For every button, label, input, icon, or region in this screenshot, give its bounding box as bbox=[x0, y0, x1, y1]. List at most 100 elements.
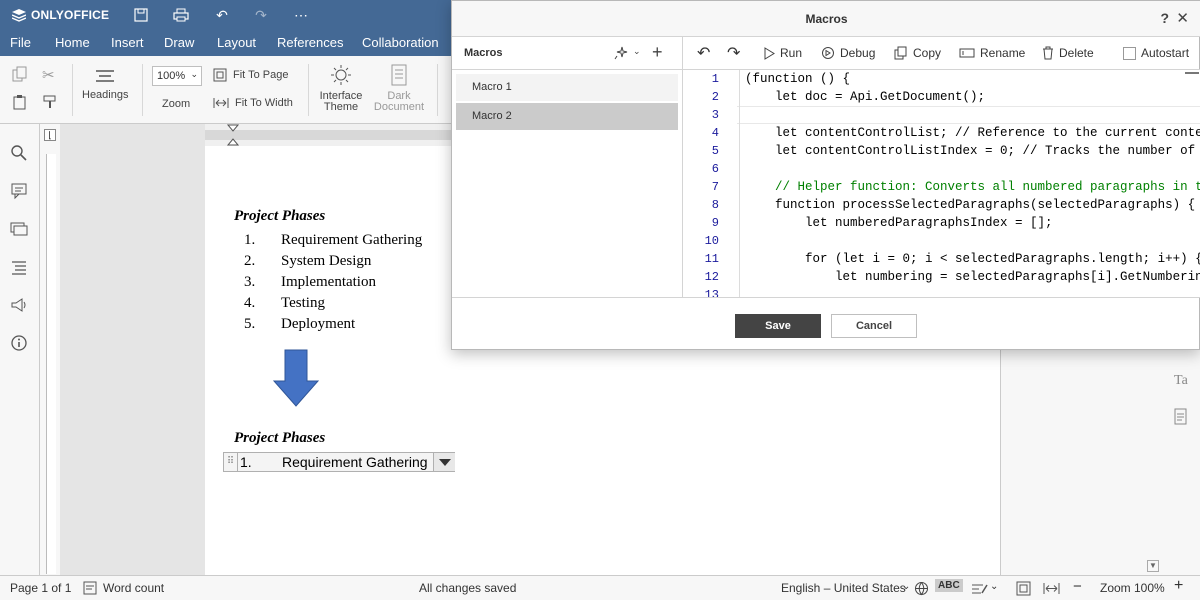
search-icon[interactable] bbox=[10, 144, 28, 162]
vertical-ruler[interactable]: ⌊ bbox=[40, 124, 60, 575]
line-number: 13 bbox=[704, 288, 719, 297]
svg-text:Ta: Ta bbox=[1174, 373, 1189, 388]
code-line: function processSelectedParagraphs(selec… bbox=[745, 198, 1196, 212]
chevron-down-icon: ⌄ bbox=[190, 69, 198, 79]
down-arrow-shape[interactable] bbox=[273, 349, 319, 407]
format-painter-icon[interactable] bbox=[42, 94, 58, 113]
debug-button[interactable]: Debug bbox=[821, 46, 875, 60]
code-line: for (let i = 0; i < selectedParagraphs.l… bbox=[745, 252, 1200, 266]
zoom-select[interactable]: 100% ⌄ bbox=[152, 66, 202, 86]
doc-heading[interactable]: Project Phases bbox=[234, 430, 325, 447]
list-number: 2. bbox=[244, 253, 256, 269]
macro-item[interactable]: Macro 1 bbox=[456, 74, 678, 101]
interface-theme-button[interactable]: Interface Theme bbox=[318, 64, 364, 113]
copy-icon bbox=[894, 46, 907, 60]
drag-handle-icon[interactable]: ⠿ bbox=[224, 453, 238, 471]
menu-insert[interactable]: Insert bbox=[111, 35, 144, 50]
scroll-down-icon[interactable]: ▼ bbox=[1147, 560, 1159, 572]
macro-list-header: Macros ⌄ + bbox=[452, 37, 683, 70]
fit-to-width-button[interactable]: Fit To Width bbox=[213, 96, 293, 110]
print-icon[interactable] bbox=[172, 6, 190, 24]
content-control-dropdown[interactable]: ⠿ 1. Requirement Gathering bbox=[223, 452, 455, 472]
form-icon[interactable] bbox=[1173, 408, 1189, 426]
indent-marker-icon[interactable] bbox=[227, 124, 239, 146]
copy-button[interactable]: Copy bbox=[894, 46, 941, 60]
more-icon[interactable]: ⋯ bbox=[292, 6, 310, 24]
fit-width-icon[interactable] bbox=[1043, 581, 1060, 596]
line-number: 3 bbox=[711, 108, 719, 122]
menu-draw[interactable]: Draw bbox=[164, 35, 194, 50]
menu-file[interactable]: File bbox=[10, 35, 31, 50]
code-line: let contentControlListIndex = 0; // Trac… bbox=[745, 144, 1200, 158]
headings-icon bbox=[96, 70, 114, 82]
delete-button[interactable]: Delete bbox=[1042, 46, 1094, 60]
app-logo: ONLYOFFICE bbox=[12, 8, 109, 22]
run-button[interactable]: Run bbox=[763, 46, 802, 60]
page-indicator[interactable]: Page 1 of 1 bbox=[10, 581, 71, 595]
chat-icon[interactable] bbox=[10, 220, 28, 238]
chevron-down-icon: ⌄ bbox=[990, 581, 999, 592]
zoom-in-icon[interactable]: + bbox=[1174, 577, 1183, 595]
code-editor[interactable]: 1 2 3 4 5 6 7 8 9 10 11 12 13 (function … bbox=[683, 70, 1200, 297]
sun-icon bbox=[331, 65, 351, 85]
language-select[interactable]: English – United States bbox=[781, 581, 906, 595]
macro-item-selected[interactable]: Macro 2 bbox=[456, 103, 678, 130]
globe-icon[interactable] bbox=[914, 581, 929, 596]
macros-dialog: Macros ? ✕ Macros ⌄ + Macro 1 Macro 2 ↶ … bbox=[451, 0, 1200, 350]
track-changes-icon[interactable] bbox=[971, 581, 989, 596]
save-icon[interactable] bbox=[132, 6, 150, 24]
line-number: 9 bbox=[711, 216, 719, 230]
left-sidebar bbox=[0, 124, 40, 575]
menu-home[interactable]: Home bbox=[55, 35, 90, 50]
cut-icon[interactable]: ✂ bbox=[42, 66, 55, 84]
redo-icon[interactable]: ↷ bbox=[727, 43, 740, 63]
help-icon[interactable]: ? bbox=[1160, 10, 1169, 26]
doc-heading[interactable]: Project Phases bbox=[234, 208, 325, 225]
zoom-out-icon[interactable]: − bbox=[1073, 578, 1082, 595]
word-count-button[interactable]: Word count bbox=[103, 581, 164, 595]
line-number: 4 bbox=[711, 126, 719, 140]
menu-collaboration[interactable]: Collaboration bbox=[362, 35, 439, 50]
separator bbox=[72, 64, 73, 116]
dialog-footer: Save Cancel bbox=[452, 297, 1200, 351]
dark-document-icon bbox=[391, 64, 407, 86]
menu-layout[interactable]: Layout bbox=[217, 35, 256, 50]
list-number: 5. bbox=[244, 316, 256, 332]
add-macro-icon[interactable]: + bbox=[652, 42, 663, 63]
indent-guide bbox=[739, 70, 740, 297]
feedback-icon[interactable] bbox=[10, 296, 28, 314]
about-icon[interactable] bbox=[10, 334, 28, 352]
content-control-text[interactable]: Requirement Gathering bbox=[282, 454, 428, 470]
dark-document-label: Dark Document bbox=[373, 90, 425, 113]
tab-stop-icon[interactable]: ⌊ bbox=[44, 129, 56, 141]
dropdown-arrow-button[interactable] bbox=[433, 453, 455, 471]
autostart-toggle[interactable]: Autostart bbox=[1123, 46, 1189, 60]
chevron-down-icon[interactable]: ⌄ bbox=[633, 46, 641, 57]
undo-icon[interactable]: ↶ bbox=[697, 43, 710, 63]
paste-icon[interactable] bbox=[12, 94, 28, 113]
fit-page-icon[interactable] bbox=[1016, 581, 1031, 596]
cancel-button[interactable]: Cancel bbox=[831, 314, 917, 338]
save-button[interactable]: Save bbox=[735, 314, 821, 338]
list-text: Testing bbox=[281, 295, 325, 311]
copy-icon[interactable] bbox=[12, 66, 28, 85]
spellcheck-icon[interactable]: ABC bbox=[935, 579, 963, 592]
fit-width-icon bbox=[213, 98, 229, 108]
redo-icon[interactable]: ↷ bbox=[252, 6, 270, 24]
list-text: System Design bbox=[281, 253, 372, 269]
navigation-icon[interactable] bbox=[10, 258, 28, 276]
autostart-checkbox[interactable] bbox=[1123, 46, 1136, 60]
fit-to-page-button[interactable]: Fit To Page bbox=[213, 68, 288, 82]
line-number: 11 bbox=[704, 252, 719, 266]
ai-sparkle-icon[interactable] bbox=[613, 45, 629, 61]
comments-icon[interactable] bbox=[10, 182, 28, 200]
menu-references[interactable]: References bbox=[277, 35, 343, 50]
dark-document-button[interactable]: Dark Document bbox=[372, 64, 426, 113]
scrollbar-thumb[interactable] bbox=[1185, 72, 1199, 74]
text-art-icon[interactable]: Ta bbox=[1173, 370, 1189, 388]
headings-button[interactable]: Headings bbox=[82, 68, 128, 101]
undo-icon[interactable]: ↶ bbox=[213, 6, 231, 24]
status-bar: Page 1 of 1 Word count All changes saved… bbox=[0, 575, 1200, 600]
rename-button[interactable]: Rename bbox=[959, 46, 1025, 60]
close-icon[interactable]: ✕ bbox=[1176, 9, 1189, 27]
